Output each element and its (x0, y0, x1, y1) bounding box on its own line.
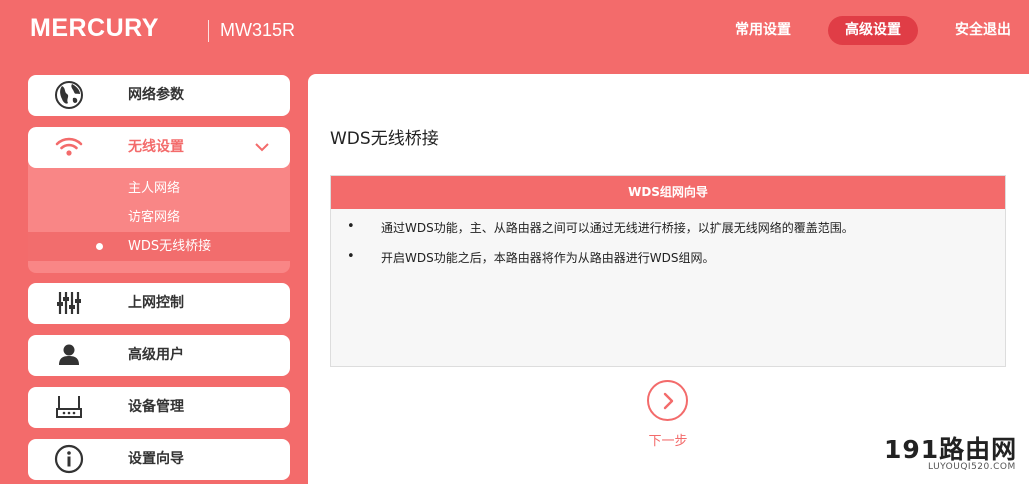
brand-logo: MERCURY (30, 14, 159, 42)
sidebar-group-wireless: 无线设置 主人网络 访客网络 WDS无线桥接 (28, 127, 290, 273)
page-title: WDS无线桥接 (330, 129, 439, 149)
next-step-button[interactable] (647, 380, 688, 421)
sidebar-item-label: 无线设置 (128, 139, 184, 155)
sidebar-item-device-management[interactable]: 设备管理 (28, 387, 290, 428)
wds-wizard-box: WDS组网向导 通过WDS功能，主、从路由器之间可以通过无线进行桥接，以扩展无线… (330, 175, 1006, 367)
sidebar-item-label: 网络参数 (128, 87, 184, 103)
wizard-bullet: 开启WDS功能之后，本路由器将作为从路由器进行WDS组网。 (347, 249, 714, 266)
sidebar-item-label: 上网控制 (128, 295, 184, 311)
sidebar-item-advanced-user[interactable]: 高级用户 (28, 335, 290, 376)
watermark-text: 191路由网 (884, 435, 1018, 464)
sidebar-item-network[interactable]: 网络参数 (28, 75, 290, 116)
chevron-down-icon[interactable] (254, 140, 270, 154)
nav-advanced-settings[interactable]: 高级设置 (828, 16, 918, 45)
router-icon (56, 396, 82, 418)
submenu-item-host-network[interactable]: 主人网络 (28, 174, 290, 203)
wizard-header: WDS组网向导 (331, 176, 1005, 209)
main-panel: WDS无线桥接 WDS组网向导 通过WDS功能，主、从路由器之间可以通过无线进行… (308, 74, 1029, 484)
wifi-icon (55, 137, 83, 156)
info-icon (54, 444, 84, 474)
user-icon (59, 344, 79, 365)
sidebar-item-label: 设置向导 (128, 451, 184, 467)
logo-divider (208, 20, 209, 42)
sidebar-item-wireless[interactable]: 无线设置 (28, 127, 290, 168)
sidebar-item-label: 设备管理 (128, 399, 184, 415)
submenu-item-guest-network[interactable]: 访客网络 (28, 203, 290, 232)
site-watermark: 191路由网 LUYOUQI520.COM (884, 430, 1024, 476)
wizard-bullet: 通过WDS功能，主、从路由器之间可以通过无线进行桥接，以扩展无线网络的覆盖范围。 (347, 219, 854, 236)
submenu-item-wds-bridge[interactable]: WDS无线桥接 (28, 232, 290, 261)
model-name: MW315R (220, 20, 296, 40)
nav-logout[interactable]: 安全退出 (955, 16, 1011, 45)
top-header: MERCURY MW315R 常用设置 高级设置 安全退出 (0, 0, 1029, 64)
chevron-right-icon (663, 392, 674, 410)
sliders-icon (57, 292, 81, 314)
sidebar-item-internet-control[interactable]: 上网控制 (28, 283, 290, 324)
sidebar-item-label: 高级用户 (128, 347, 184, 363)
active-dot-icon (96, 243, 103, 250)
next-step-label[interactable]: 下一步 (647, 430, 689, 449)
globe-icon (55, 81, 83, 109)
watermark-url: LUYOUQI520.COM (928, 462, 1016, 472)
nav-common-settings[interactable]: 常用设置 (735, 16, 791, 45)
sidebar-item-setup-wizard[interactable]: 设置向导 (28, 439, 290, 480)
